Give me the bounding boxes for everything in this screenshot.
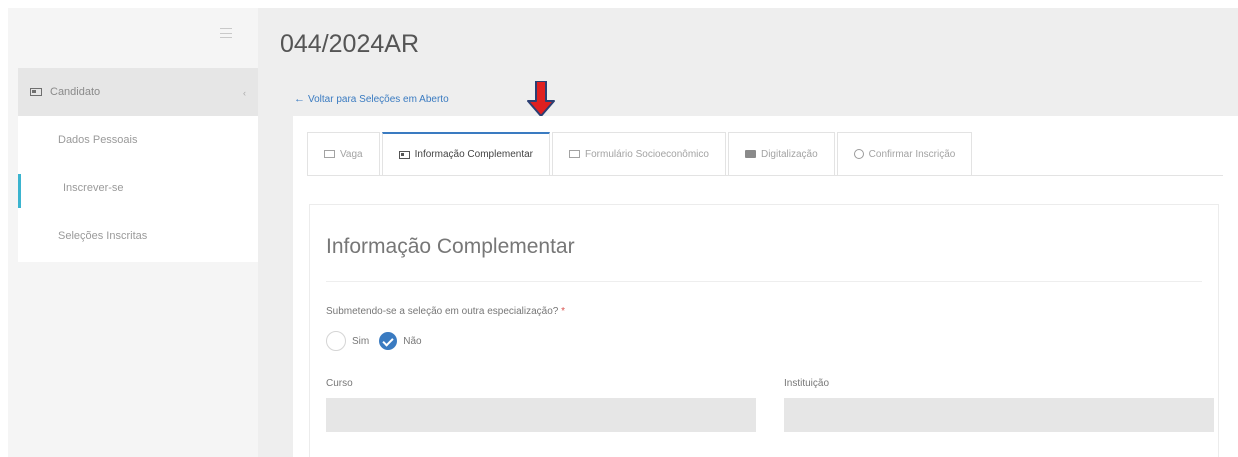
page-title: 044/2024AR: [280, 30, 420, 58]
divider: [326, 281, 1202, 282]
curso-input[interactable]: [326, 398, 756, 432]
radio-nao-label[interactable]: Não: [403, 336, 421, 347]
annotation-arrow-icon: [527, 81, 555, 117]
sidebar-section-candidato[interactable]: Candidato ‹: [18, 68, 258, 116]
id-card-icon: [30, 88, 42, 96]
tab-label: Formulário Socioeconômico: [585, 148, 709, 160]
tab-informacao-complementar[interactable]: Informação Complementar: [381, 132, 551, 175]
radio-sim[interactable]: [326, 331, 346, 351]
sidebar-item-inscrever-se[interactable]: Inscrever-se: [18, 164, 258, 212]
grid-icon: [324, 150, 335, 158]
tab-label: Informação Complementar: [414, 149, 534, 160]
chevron-left-icon: ‹: [243, 88, 246, 98]
sidebar-item-label: Seleções Inscritas: [58, 230, 148, 242]
tab-digitalizacao[interactable]: Digitalização: [727, 132, 835, 175]
check-circle-icon: [853, 149, 864, 159]
curso-label: Curso: [326, 378, 353, 389]
sidebar-section-label: Candidato: [50, 86, 101, 98]
instituicao-label: Instituição: [784, 378, 830, 389]
hamburger-menu-icon[interactable]: [220, 28, 232, 38]
arrow-left-icon: ←: [294, 93, 305, 105]
calendar-icon: [569, 150, 581, 158]
main-panel: Vaga Informação Complementar Formulário …: [293, 116, 1238, 457]
sidebar-item-label: Inscrever-se: [63, 182, 124, 194]
back-to-open-selections-link[interactable]: ← Voltar para Seleções em Aberto: [294, 93, 449, 105]
tab-divider: [307, 175, 1223, 176]
tab-formulario-socioeconomico[interactable]: Formulário Socioeconômico: [552, 132, 726, 175]
form-title: Informação Complementar: [326, 235, 575, 258]
sidebar-menu: Candidato ‹ Dados Pessoais Inscrever-se …: [18, 68, 258, 262]
instituicao-input[interactable]: [784, 398, 1214, 432]
sidebar-item-label: Dados Pessoais: [58, 134, 138, 146]
required-mark: *: [561, 306, 566, 317]
radio-sim-label[interactable]: Sim: [352, 336, 369, 347]
question-text: Submetendo-se a seleção em outra especia…: [326, 306, 559, 317]
tab-bar: Vaga Informação Complementar Formulário …: [307, 132, 974, 175]
id-card-icon: [398, 150, 410, 159]
sidebar-item-dados-pessoais[interactable]: Dados Pessoais: [18, 116, 258, 164]
app-frame: Candidato ‹ Dados Pessoais Inscrever-se …: [8, 8, 1238, 457]
question-label: Submetendo-se a seleção em outra especia…: [326, 306, 565, 317]
tab-label: Digitalização: [760, 148, 818, 160]
radio-group: Sim Não: [326, 331, 432, 351]
sidebar: Candidato ‹ Dados Pessoais Inscrever-se …: [8, 8, 258, 457]
tab-label: Confirmar Inscrição: [868, 148, 956, 160]
back-link-label: Voltar para Seleções em Aberto: [308, 93, 449, 105]
folder-icon: [744, 150, 756, 158]
radio-nao[interactable]: [379, 332, 398, 350]
tab-label: Vaga: [340, 148, 363, 160]
tab-confirmar-inscricao[interactable]: Confirmar Inscrição: [836, 132, 973, 175]
form-card: Informação Complementar Submetendo-se a …: [309, 204, 1219, 457]
tab-vaga[interactable]: Vaga: [307, 132, 380, 175]
sidebar-item-selecoes-inscritas[interactable]: Seleções Inscritas: [18, 212, 258, 260]
